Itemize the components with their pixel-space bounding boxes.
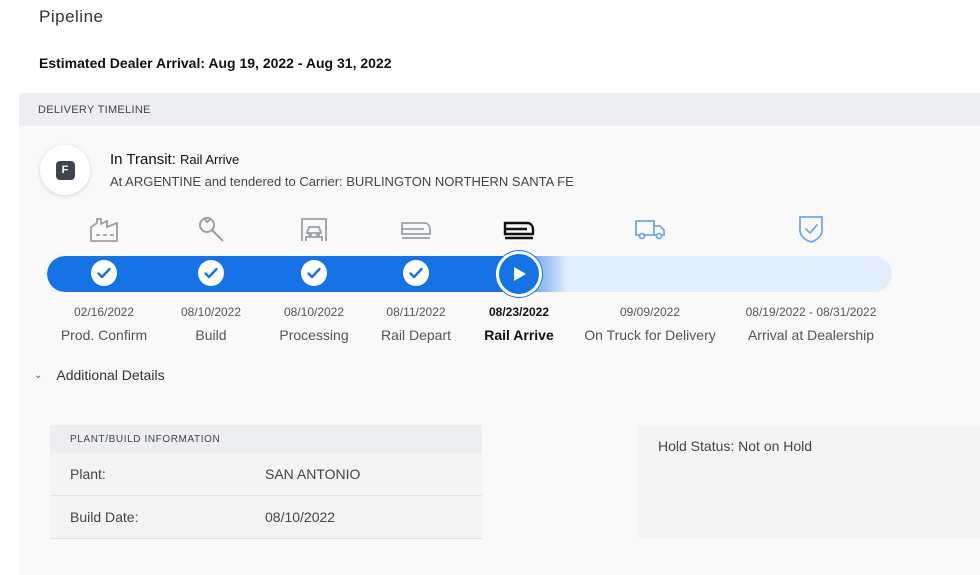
check-icon xyxy=(198,260,224,286)
step-label: On Truck for Delivery xyxy=(584,327,716,343)
table-row: Plant: SAN ANTONIO xyxy=(50,453,482,496)
car-garage-icon xyxy=(298,213,330,245)
row-value: 08/10/2022 xyxy=(265,509,336,525)
train-icon xyxy=(400,213,432,245)
chevron-down-icon: ⌄ xyxy=(34,369,43,381)
additional-details-toggle[interactable]: ⌄ Additional Details xyxy=(34,367,165,383)
hold-status-text: Hold Status: Not on Hold xyxy=(658,438,813,454)
status-main: In Transit: xyxy=(110,151,176,168)
check-icon xyxy=(403,260,429,286)
play-icon xyxy=(496,251,542,297)
hold-status-box: Hold Status: Not on Hold xyxy=(638,425,980,539)
status-title: In Transit: Rail Arrive xyxy=(110,151,239,168)
status-sub: Rail Arrive xyxy=(180,152,240,167)
check-icon xyxy=(301,260,327,286)
estimated-arrival: Estimated Dealer Arrival: Aug 19, 2022 -… xyxy=(39,55,392,71)
train-icon xyxy=(503,213,535,245)
panel-header: DELIVERY TIMELINE xyxy=(19,93,980,126)
wrench-icon xyxy=(195,213,227,245)
plant-table-header: PLANT/BUILD INFORMATION xyxy=(50,425,482,453)
row-key: Plant: xyxy=(70,466,106,482)
check-icon xyxy=(91,260,117,286)
truck-icon xyxy=(634,213,666,245)
row-value: SAN ANTONIO xyxy=(265,466,361,482)
plant-build-table: PLANT/BUILD INFORMATION Plant: SAN ANTON… xyxy=(50,425,482,539)
additional-details-label: Additional Details xyxy=(56,367,165,383)
step-date: 08/19/2022 - 08/31/2022 xyxy=(745,305,877,319)
table-row: Build Date: 08/10/2022 xyxy=(50,496,482,539)
step-date: 09/09/2022 xyxy=(619,305,681,319)
delivery-timeline-panel: DELIVERY TIMELINE F In Transit: Rail Arr… xyxy=(19,93,980,575)
factory-icon xyxy=(88,213,120,245)
step-label: Arrival at Dealership xyxy=(747,327,875,343)
status-detail: At ARGENTINE and tendered to Carrier: BU… xyxy=(110,174,574,189)
badge-letter: F xyxy=(55,160,75,180)
progress-track xyxy=(47,256,892,292)
row-key: Build Date: xyxy=(70,509,139,525)
page-title: Pipeline xyxy=(39,7,104,26)
shield-check-icon xyxy=(795,213,827,245)
status-badge: F xyxy=(40,145,90,195)
